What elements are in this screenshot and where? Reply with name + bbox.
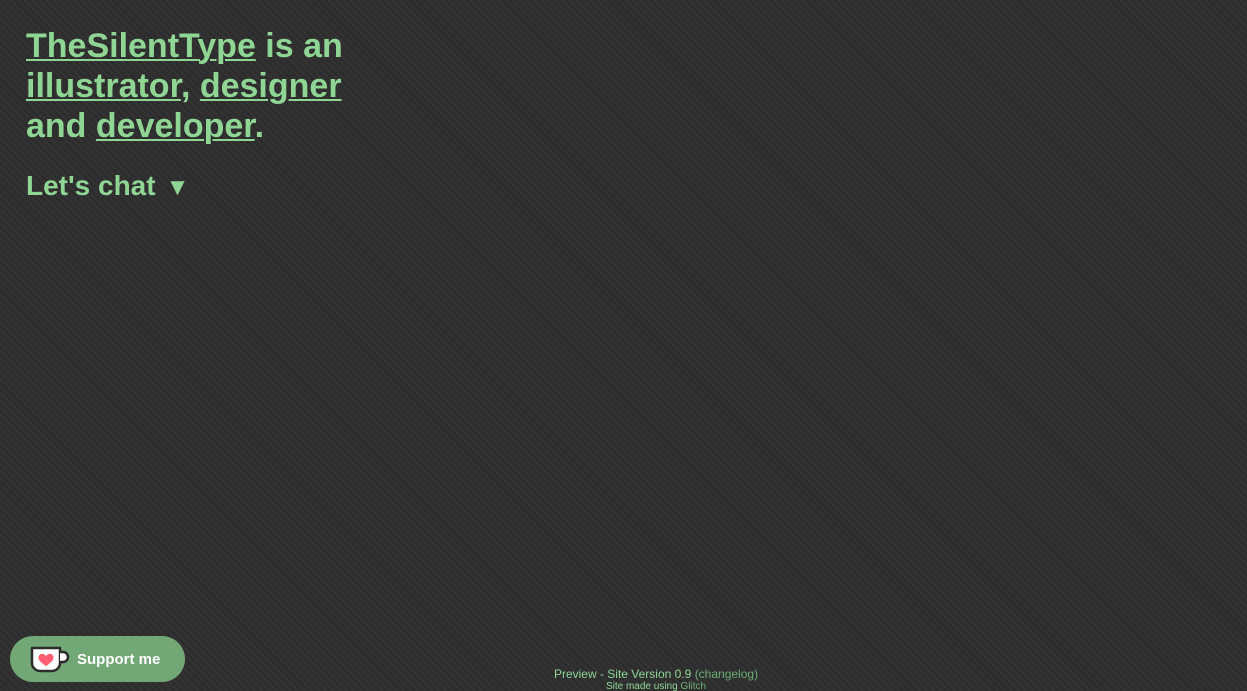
name-link[interactable]: TheSilentType xyxy=(26,27,256,65)
hero-text-and: and xyxy=(26,107,96,145)
hero-text-is-an: is an xyxy=(255,27,343,65)
footer-version-line: Preview - Site Version 0.9 (changelog) xyxy=(540,667,772,681)
footer-made-using-line: Site made using Glitch xyxy=(540,681,772,691)
site-footer: Preview - Site Version 0.9 (changelog) S… xyxy=(540,667,772,691)
developer-link[interactable]: developer xyxy=(96,107,255,145)
lets-chat-label: Let's chat xyxy=(26,170,156,201)
designer-link[interactable]: designer xyxy=(200,67,342,105)
lets-chat-toggle[interactable]: Let's chat ▼ xyxy=(26,168,189,206)
changelog-link[interactable]: (changelog) xyxy=(695,667,758,681)
support-me-label: Support me xyxy=(77,650,161,668)
heart-cup-icon xyxy=(30,645,70,673)
hero-comma: , xyxy=(180,67,200,105)
support-me-button[interactable]: Support me xyxy=(10,636,185,682)
glitch-link[interactable]: Glitch xyxy=(680,681,706,691)
made-using-text: Site made using xyxy=(605,681,678,691)
site-version-text: Preview - Site Version 0.9 xyxy=(553,667,692,681)
illustrator-link[interactable]: illustrator xyxy=(26,67,181,105)
triangle-down-icon: ▼ xyxy=(165,174,190,201)
hero-heading: TheSilentType is an illustrator, designe… xyxy=(26,26,386,146)
hero-period: . xyxy=(254,107,265,145)
